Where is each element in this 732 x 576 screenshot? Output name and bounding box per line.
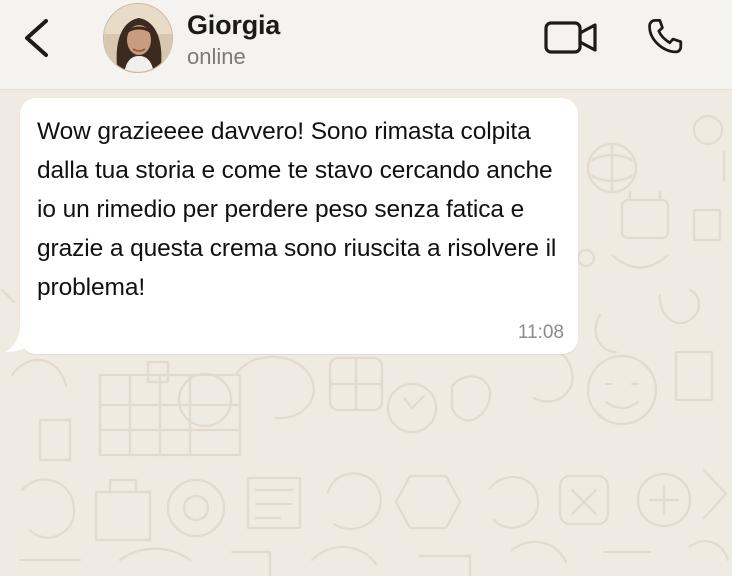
back-button[interactable]: [14, 12, 58, 64]
contact-status: online: [187, 44, 246, 69]
message-text: Wow grazieeee davvero! Sono rimasta colp…: [37, 118, 557, 301]
incoming-message-bubble[interactable]: Wow grazieeee davvero! Sono rimasta colp…: [20, 98, 578, 354]
chat-area[interactable]: Wow grazieeee davvero! Sono rimasta colp…: [0, 90, 732, 576]
chevron-left-icon: [25, 19, 48, 57]
video-camera-icon: [544, 21, 597, 54]
message-time: 11:08: [517, 322, 564, 343]
avatar[interactable]: [103, 3, 173, 73]
contact-name[interactable]: Giorgia: [187, 10, 280, 41]
phone-icon: [648, 19, 683, 54]
chat-header: Giorgia online: [0, 0, 732, 90]
voice-call-button[interactable]: [643, 16, 687, 60]
video-call-button[interactable]: [543, 20, 599, 56]
contact-photo: [104, 4, 172, 72]
